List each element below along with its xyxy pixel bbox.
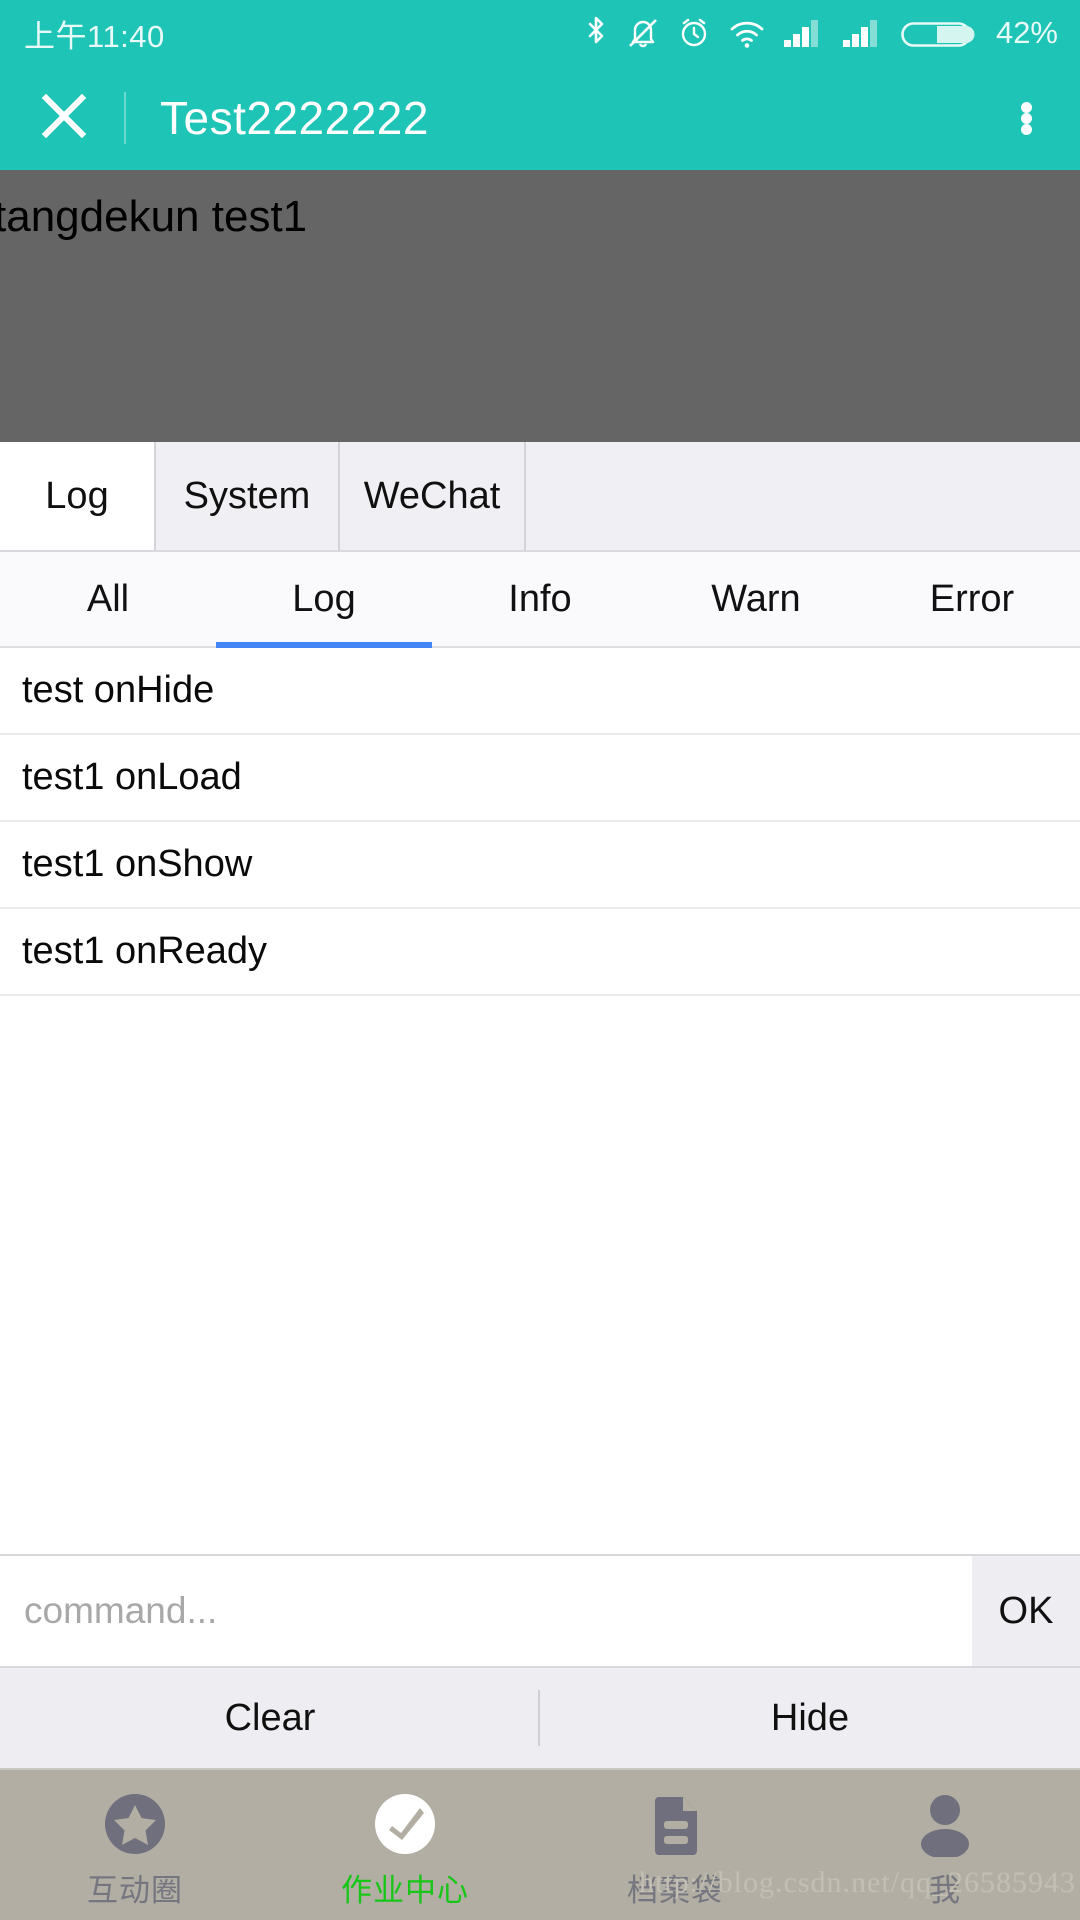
person-icon: [914, 1789, 976, 1859]
console-main-tabs: Log System WeChat: [0, 442, 1080, 552]
phone-screen: 上午11:40: [0, 0, 1080, 1920]
close-icon: [39, 91, 89, 146]
filter-tab-all-underline: [0, 642, 216, 648]
filter-tab-error-label: Error: [930, 578, 1014, 621]
bluetooth-icon: [583, 15, 609, 51]
tab-wechat[interactable]: WeChat: [340, 442, 526, 550]
filter-tab-error-underline: [864, 642, 1080, 648]
nav-item-portfolio[interactable]: 档案袋: [540, 1770, 810, 1920]
document-icon: [645, 1789, 705, 1859]
star-circle-icon: [102, 1789, 168, 1859]
filter-tab-log-underline: [216, 642, 432, 648]
filter-tab-warn[interactable]: Warn: [648, 552, 864, 646]
filter-tab-error[interactable]: Error: [864, 552, 1080, 646]
page-view-text: tangdekun test1: [0, 192, 307, 242]
status-icon-group: 42%: [583, 15, 1058, 51]
filter-tab-info-label: Info: [508, 578, 571, 621]
filter-tab-info-underline: [432, 642, 648, 648]
signal-sim1-icon: [783, 15, 825, 51]
nav-item-me[interactable]: 我: [810, 1770, 1080, 1920]
tab-system[interactable]: System: [156, 442, 340, 550]
ok-button[interactable]: OK: [972, 1556, 1080, 1666]
filter-tab-log-label: Log: [292, 578, 355, 621]
nav-item-interaction-circle[interactable]: 互动圈: [0, 1770, 270, 1920]
nav-item-homework-center[interactable]: 作业中心: [270, 1770, 540, 1920]
miniprogram-page-view[interactable]: tangdekun test1: [0, 170, 1080, 442]
filter-tab-info[interactable]: Info: [432, 552, 648, 646]
nav-label-me: 我: [929, 1865, 961, 1910]
list-item[interactable]: test1 onReady: [0, 909, 1080, 996]
command-bar: OK: [0, 1554, 1080, 1666]
hide-button[interactable]: Hide: [540, 1668, 1080, 1768]
app-header: Test2222222: [0, 66, 1080, 170]
filter-tab-warn-underline: [648, 642, 864, 648]
page-title: Test2222222: [160, 91, 429, 145]
close-button[interactable]: [34, 88, 94, 148]
filter-tab-log[interactable]: Log: [216, 552, 432, 646]
console-filter-tabs: All Log Info Warn Error: [0, 552, 1080, 648]
filter-tab-all-label: All: [87, 578, 129, 621]
header-divider: [124, 92, 126, 144]
overflow-menu-button[interactable]: [998, 83, 1054, 153]
nav-label-portfolio: 档案袋: [627, 1865, 723, 1910]
command-input[interactable]: [0, 1556, 972, 1666]
status-time: 上午11:40: [24, 11, 165, 56]
debug-console-panel: Log System WeChat All Log Info Warn: [0, 442, 1080, 1770]
bottom-navigation-bar: 互动圈 作业中心 档案袋: [0, 1770, 1080, 1920]
overflow-menu-icon: [1021, 102, 1032, 135]
list-item[interactable]: test onHide: [0, 648, 1080, 735]
list-item[interactable]: test1 onShow: [0, 822, 1080, 909]
battery-percent-label: 42%: [996, 15, 1058, 51]
signal-sim2-icon: [842, 15, 884, 51]
console-action-bar: Clear Hide: [0, 1666, 1080, 1770]
filter-tab-all[interactable]: All: [0, 552, 216, 646]
alarm-clock-icon: [677, 15, 711, 51]
tab-log[interactable]: Log: [0, 442, 156, 550]
tab-strip-filler: [526, 442, 1080, 550]
nav-label-interaction-circle: 互动圈: [87, 1865, 183, 1910]
status-bar: 上午11:40: [0, 0, 1080, 66]
list-item[interactable]: test1 onLoad: [0, 735, 1080, 822]
log-list[interactable]: test onHide test1 onLoad test1 onShow te…: [0, 648, 1080, 1554]
mute-bell-icon: [626, 15, 660, 51]
battery-icon: [901, 15, 975, 51]
check-circle-icon: [372, 1789, 438, 1859]
clear-button[interactable]: Clear: [0, 1668, 540, 1768]
wifi-icon: [728, 15, 766, 51]
nav-label-homework-center: 作业中心: [341, 1865, 469, 1910]
filter-tab-warn-label: Warn: [711, 578, 800, 621]
